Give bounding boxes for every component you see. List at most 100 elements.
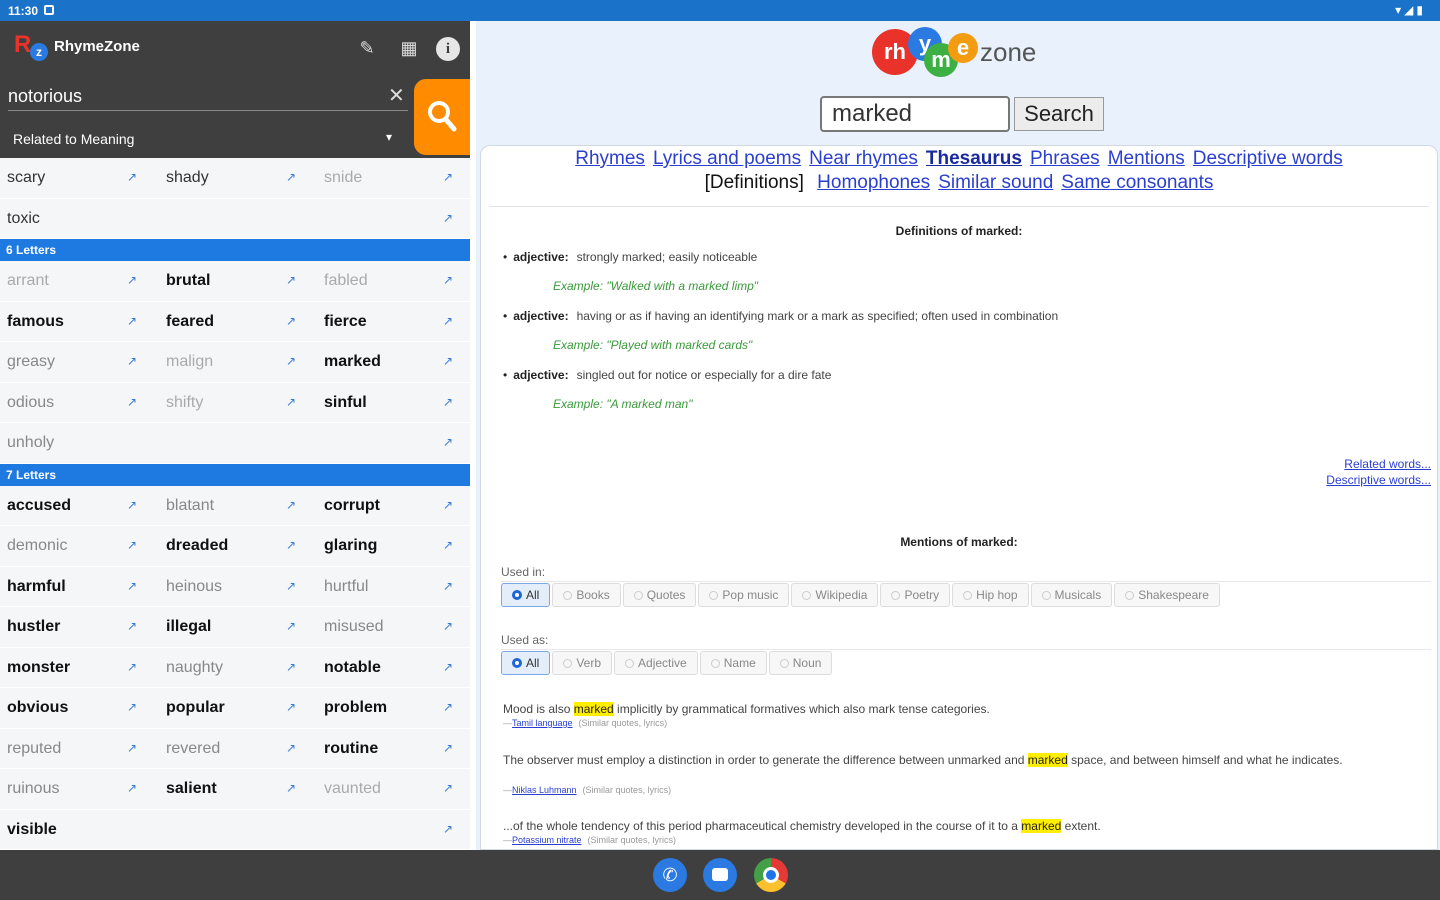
word-search-input[interactable]: notorious — [8, 83, 408, 111]
messages-icon[interactable] — [703, 858, 737, 892]
nav-link-homophones[interactable]: Homophones — [817, 172, 930, 193]
open-arrow-icon[interactable]: ↗ — [443, 619, 453, 633]
open-arrow-icon[interactable]: ↗ — [286, 781, 296, 795]
open-arrow-icon[interactable]: ↗ — [286, 660, 296, 674]
word-link[interactable]: accused — [7, 486, 71, 526]
word-link[interactable]: salient — [166, 769, 217, 809]
nav-link-descriptive-words[interactable]: Descriptive words — [1193, 148, 1343, 169]
open-arrow-icon[interactable]: ↗ — [443, 660, 453, 674]
nav-link-phrases[interactable]: Phrases — [1030, 148, 1100, 169]
open-arrow-icon[interactable]: ↗ — [127, 354, 137, 368]
quote-source-link[interactable]: Niklas Luhmann — [512, 785, 577, 795]
phone-icon[interactable]: ✆ — [653, 858, 687, 892]
word-link[interactable]: reputed — [7, 729, 61, 769]
word-link[interactable]: snide — [324, 158, 362, 198]
word-link[interactable]: visible — [7, 810, 57, 850]
open-arrow-icon[interactable]: ↗ — [443, 395, 453, 409]
word-link[interactable]: shady — [166, 158, 209, 198]
word-link[interactable]: brutal — [166, 261, 210, 301]
filter-chip-quotes[interactable]: Quotes — [622, 583, 697, 607]
word-link[interactable]: obvious — [7, 688, 68, 728]
word-link[interactable]: naughty — [166, 648, 223, 688]
word-link[interactable]: popular — [166, 688, 225, 728]
open-arrow-icon[interactable]: ↗ — [127, 579, 137, 593]
pen-icon[interactable]: ✎ — [354, 35, 380, 61]
open-arrow-icon[interactable]: ↗ — [286, 354, 296, 368]
word-link[interactable]: monster — [7, 648, 70, 688]
word-link[interactable]: notable — [324, 648, 381, 688]
chrome-icon[interactable] — [754, 858, 788, 892]
word-link[interactable]: misused — [324, 607, 384, 647]
grid-icon[interactable]: ▦ — [396, 35, 422, 61]
word-link[interactable]: blatant — [166, 486, 214, 526]
related-words-link[interactable]: Related words... — [1326, 456, 1431, 472]
word-link[interactable]: famous — [7, 302, 64, 342]
filter-chip-noun[interactable]: Noun — [768, 651, 833, 675]
open-arrow-icon[interactable]: ↗ — [127, 314, 137, 328]
open-arrow-icon[interactable]: ↗ — [443, 498, 453, 512]
open-arrow-icon[interactable]: ↗ — [443, 273, 453, 287]
descriptive-words-link[interactable]: Descriptive words... — [1326, 472, 1431, 488]
filter-chip-all[interactable]: All — [501, 651, 551, 675]
open-arrow-icon[interactable]: ↗ — [443, 579, 453, 593]
open-arrow-icon[interactable]: ↗ — [286, 498, 296, 512]
mode-dropdown[interactable]: Related to Meaning ▾ — [0, 122, 408, 156]
filter-chip-shakespeare[interactable]: Shakespeare — [1114, 583, 1220, 607]
filter-chip-musicals[interactable]: Musicals — [1030, 583, 1113, 607]
word-link[interactable]: sinful — [324, 383, 367, 423]
word-link[interactable]: feared — [166, 302, 214, 342]
word-link[interactable]: hurtful — [324, 567, 368, 607]
open-arrow-icon[interactable]: ↗ — [286, 273, 296, 287]
word-link[interactable]: greasy — [7, 342, 55, 382]
open-arrow-icon[interactable]: ↗ — [443, 781, 453, 795]
word-link[interactable]: shifty — [166, 383, 203, 423]
open-arrow-icon[interactable]: ↗ — [286, 700, 296, 714]
open-arrow-icon[interactable]: ↗ — [286, 579, 296, 593]
nav-link-mentions[interactable]: Mentions — [1108, 148, 1185, 169]
quote-meta[interactable]: (Similar quotes, lyrics) — [588, 835, 677, 845]
word-link[interactable]: problem — [324, 688, 387, 728]
quote-source-link[interactable]: Tamil language — [512, 718, 573, 728]
open-arrow-icon[interactable]: ↗ — [127, 273, 137, 287]
word-link[interactable]: glaring — [324, 526, 377, 566]
open-arrow-icon[interactable]: ↗ — [127, 741, 137, 755]
filter-chip-pop-music[interactable]: Pop music — [698, 583, 790, 607]
filter-chip-adjective[interactable]: Adjective — [614, 651, 698, 675]
nav-link-lyrics-and-poems[interactable]: Lyrics and poems — [653, 148, 801, 169]
web-search-input[interactable]: marked — [820, 96, 1010, 132]
nav-link-thesaurus[interactable]: Thesaurus — [926, 148, 1022, 169]
word-link[interactable]: odious — [7, 383, 54, 423]
word-link[interactable]: illegal — [166, 607, 211, 647]
filter-chip-books[interactable]: Books — [552, 583, 621, 607]
open-arrow-icon[interactable]: ↗ — [286, 619, 296, 633]
open-arrow-icon[interactable]: ↗ — [443, 435, 453, 449]
open-arrow-icon[interactable]: ↗ — [127, 170, 137, 184]
open-arrow-icon[interactable]: ↗ — [127, 660, 137, 674]
info-icon[interactable]: i — [436, 37, 460, 61]
word-link[interactable]: fabled — [324, 261, 368, 301]
filter-chip-verb[interactable]: Verb — [552, 651, 613, 675]
word-link[interactable]: arrant — [7, 261, 49, 301]
open-arrow-icon[interactable]: ↗ — [286, 538, 296, 552]
rhymezone-logo[interactable]: rh y m e zone — [872, 27, 1052, 77]
word-link[interactable]: revered — [166, 729, 220, 769]
word-link[interactable]: toxic — [7, 199, 40, 239]
open-arrow-icon[interactable]: ↗ — [443, 538, 453, 552]
open-arrow-icon[interactable]: ↗ — [286, 395, 296, 409]
open-arrow-icon[interactable]: ↗ — [127, 619, 137, 633]
word-link[interactable]: harmful — [7, 567, 66, 607]
web-search-button[interactable]: Search — [1014, 97, 1104, 131]
open-arrow-icon[interactable]: ↗ — [127, 538, 137, 552]
quote-meta[interactable]: (Similar quotes, lyrics) — [579, 718, 668, 728]
word-link[interactable]: unholy — [7, 423, 54, 463]
word-link[interactable]: routine — [324, 729, 378, 769]
filter-chip-name[interactable]: Name — [699, 651, 767, 675]
nav-link-rhymes[interactable]: Rhymes — [575, 148, 645, 169]
open-arrow-icon[interactable]: ↗ — [127, 395, 137, 409]
open-arrow-icon[interactable]: ↗ — [286, 170, 296, 184]
open-arrow-icon[interactable]: ↗ — [286, 314, 296, 328]
word-link[interactable]: scary — [7, 158, 45, 198]
word-link[interactable]: malign — [166, 342, 213, 382]
word-link[interactable]: heinous — [166, 567, 222, 607]
filter-chip-wikipedia[interactable]: Wikipedia — [791, 583, 879, 607]
